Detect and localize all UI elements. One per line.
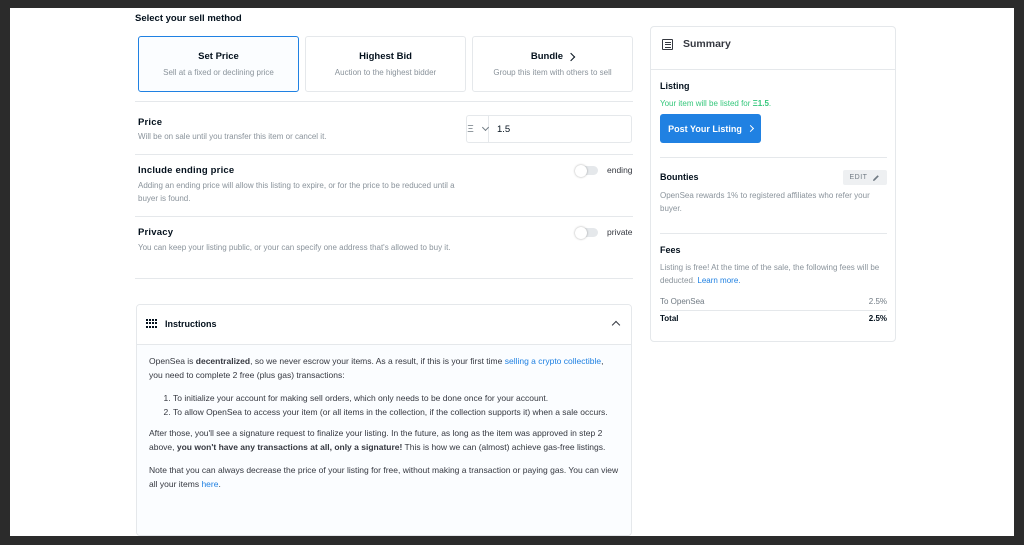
fees-text: Listing is free! At the time of the sale… <box>660 261 890 287</box>
fee-name: To OpenSea <box>660 297 705 306</box>
fee-value: 2.5% <box>868 297 887 306</box>
method-bundle[interactable]: Bundle Group this item with others to se… <box>472 36 633 92</box>
chevron-right-icon <box>746 124 754 133</box>
instructions-header[interactable]: Instructions <box>137 305 631 345</box>
chevron-up-icon[interactable] <box>611 320 621 330</box>
method-set-price[interactable]: Set Price Sell at a fixed or declining p… <box>138 36 299 92</box>
selling-crypto-link[interactable]: selling a crypto collectible <box>505 356 601 366</box>
sell-method-heading: Select your sell method <box>135 13 242 24</box>
summary-header: Summary <box>651 27 895 70</box>
sell-method-options: Set Price Sell at a fixed or declining p… <box>138 36 633 92</box>
text: . <box>768 99 772 108</box>
summary-panel: Summary Listing Your item will be listed… <box>650 26 896 342</box>
ending-toggle-label: ending <box>607 165 633 175</box>
price-desc: Will be on sale until you transfer this … <box>138 132 327 141</box>
ending-price-toggle[interactable] <box>575 164 598 177</box>
text: . <box>218 478 221 489</box>
edit-bounties-button[interactable]: EDIT <box>843 170 887 185</box>
method-title: Set Price <box>198 51 239 62</box>
instructions-body: OpenSea is decentralized, so we never es… <box>137 345 631 535</box>
fees-label: Fees <box>660 245 681 255</box>
privacy-toggle[interactable] <box>575 226 598 239</box>
divider <box>660 157 887 158</box>
instructions-steps: To initialize your account for making se… <box>149 392 619 419</box>
document-icon <box>662 39 673 50</box>
emphasis: decentralized <box>195 356 251 366</box>
instructions-panel: Instructions OpenSea is decentralized, s… <box>136 304 632 536</box>
listing-amount: Ξ1.5 <box>752 99 769 108</box>
emphasis: you won't have any transactions at all, … <box>176 441 403 452</box>
instructions-title: Instructions <box>165 319 217 329</box>
instructions-paragraph: OpenSea is decentralized, so we never es… <box>149 355 619 382</box>
fee-row: To OpenSea 2.5% <box>660 297 887 306</box>
app-frame: Select your sell method Set Price Sell a… <box>10 8 1014 536</box>
divider <box>135 216 633 217</box>
pencil-icon <box>873 174 880 181</box>
privacy-title: Privacy <box>138 227 174 238</box>
divider <box>660 233 887 234</box>
divider <box>135 101 633 102</box>
text: , so we never escrow your items. As a re… <box>250 356 505 366</box>
method-desc: Auction to the highest bidder <box>334 68 437 77</box>
fee-name: Total <box>660 314 679 323</box>
method-title: Bundle <box>530 51 564 62</box>
text: Listing is free! At the time of the sale… <box>660 263 880 285</box>
method-title-wrap: Bundle <box>530 51 576 62</box>
privacy-toggle-label: private <box>607 227 633 237</box>
divider <box>660 310 887 311</box>
price-field: Ξ <box>466 115 632 143</box>
text: Your item will be listed for <box>660 99 753 108</box>
fee-total-row: Total 2.5% <box>660 314 887 323</box>
chevron-right-icon <box>566 52 576 61</box>
listing-text: Your item will be listed for Ξ1.5. <box>660 97 890 110</box>
instructions-paragraph: After those, you'll see a signature requ… <box>149 427 619 454</box>
method-highest-bid[interactable]: Highest Bid Auction to the highest bidde… <box>305 36 466 92</box>
price-title: Price <box>138 117 163 128</box>
chevron-down-icon <box>481 123 489 132</box>
text: This is how we can (almost) achieve gas-… <box>402 441 606 452</box>
eth-icon: Ξ <box>467 123 474 135</box>
privacy-desc: You can keep your listing public, or you… <box>138 243 451 252</box>
method-desc: Sell at a fixed or declining price <box>163 68 274 77</box>
ending-price-desc: Adding an ending price will allow this l… <box>138 181 455 203</box>
list-item: To initialize your account for making se… <box>173 392 619 406</box>
divider <box>135 278 633 279</box>
method-desc: Group this item with others to sell <box>493 68 612 77</box>
price-input[interactable] <box>489 116 631 142</box>
bounties-label: Bounties <box>660 172 699 182</box>
divider <box>135 154 633 155</box>
method-title: Highest Bid <box>359 51 412 62</box>
listing-label: Listing <box>660 81 690 91</box>
currency-select[interactable]: Ξ <box>467 116 489 142</box>
summary-title: Summary <box>683 38 731 50</box>
text: OpenSea is <box>149 356 196 366</box>
bounties-text: OpenSea rewards 1% to registered affilia… <box>660 191 870 213</box>
learn-more-link[interactable]: Learn more. <box>697 276 740 285</box>
ending-price-title: Include ending price <box>138 165 235 176</box>
list-item: To allow OpenSea to access your item (or… <box>173 406 619 420</box>
button-label: Post Your Listing <box>668 123 742 134</box>
toggle-knob <box>575 226 587 239</box>
instructions-paragraph: Note that you can always decrease the pr… <box>149 464 619 491</box>
button-label: EDIT <box>849 174 868 181</box>
view-items-link[interactable]: here <box>201 479 218 489</box>
grid-icon <box>146 319 157 328</box>
fee-value: 2.5% <box>868 314 887 323</box>
post-listing-button[interactable]: Post Your Listing <box>660 114 761 143</box>
toggle-knob <box>575 164 587 177</box>
